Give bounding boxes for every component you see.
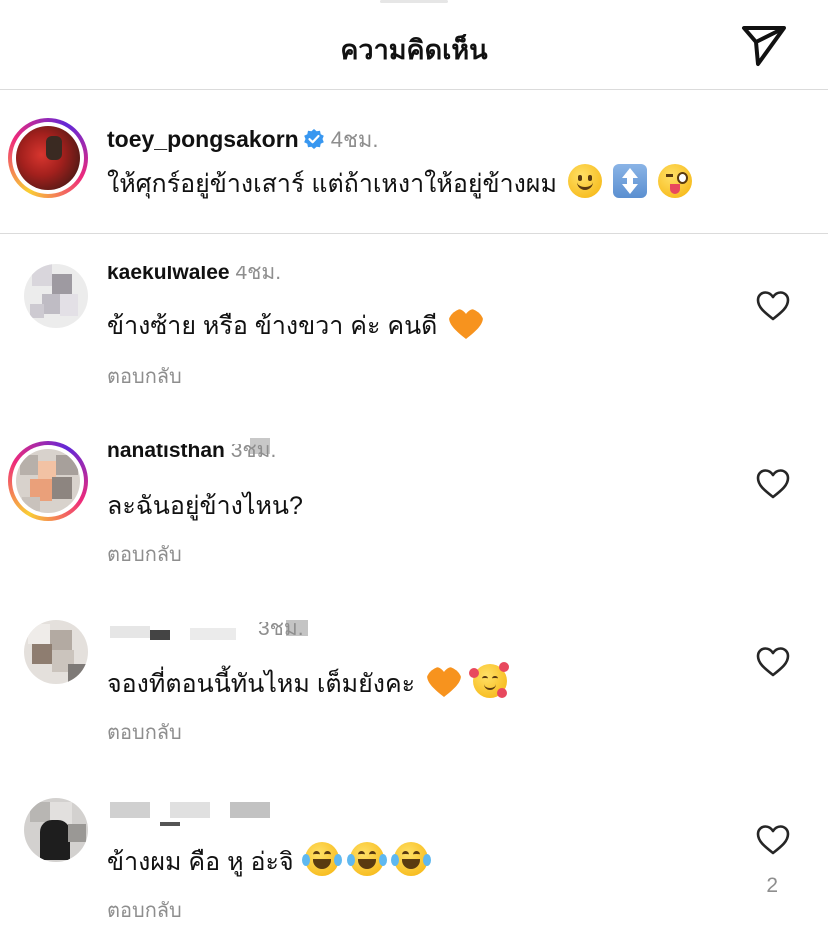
comments-header: ความคิดเห็น xyxy=(0,0,828,90)
emoji-up-down-arrow xyxy=(612,164,647,198)
avatar[interactable] xyxy=(24,620,88,684)
avatar[interactable] xyxy=(24,798,88,862)
avatar[interactable] xyxy=(24,264,88,328)
reply-button[interactable]: ตอบกลับ xyxy=(107,894,182,926)
comment-username[interactable]: nanatisthan xyxy=(107,444,225,462)
blurred-username-part xyxy=(230,802,270,818)
comment-username-line: 3ชม. xyxy=(258,622,304,644)
emoji-orange-heart xyxy=(449,309,484,339)
comment-username[interactable]: kaekulwalee xyxy=(107,266,230,284)
emoji-tears-of-joy xyxy=(346,842,387,876)
heart-icon[interactable] xyxy=(756,646,790,678)
post-time: 4ชม. xyxy=(330,127,379,152)
comment-text-content: ข้างซ้าย หรือ ข้างขวา ค่ะ คนดี xyxy=(107,312,438,340)
heart-icon[interactable] xyxy=(756,468,790,500)
heart-icon[interactable] xyxy=(756,290,790,322)
comment-text: จองที่ตอนนี้ทันไหม เต็มยังคะ xyxy=(107,662,509,704)
blurred-username-part xyxy=(170,802,210,818)
post-caption-text: ให้ศุกร์อยู่ข้างเสาร์ แต่ถ้าเหงาให้อยู่ข… xyxy=(107,170,557,198)
blurred-username-part xyxy=(160,822,180,826)
blurred-username-part xyxy=(190,628,236,640)
blurred-username-part xyxy=(110,626,150,638)
comment-text-content: ข้างผม คือ หู อ่ะจิ xyxy=(107,848,294,876)
post-caption: ให้ศุกร์อยู่ข้างเสาร์ แต่ถ้าเหงาให้อยู่ข… xyxy=(107,164,692,204)
post-username-line: toey_pongsakorn 4ชม. xyxy=(107,122,379,157)
comment-text: ละฉันอยู่ข้างไหน? xyxy=(107,492,303,520)
original-post: toey_pongsakorn 4ชม. ให้ศุกร์อยู่ข้างเสา… xyxy=(0,90,828,234)
blurred-username-part xyxy=(150,630,170,640)
reply-button[interactable]: ตอบกลับ xyxy=(107,716,182,748)
emoji-slightly-smiling xyxy=(567,164,602,198)
comment-time: 3ชม. xyxy=(258,622,304,640)
comment-time: 3ชม. xyxy=(230,444,277,462)
send-icon[interactable] xyxy=(740,22,788,68)
blurred-username-part xyxy=(110,802,150,818)
comment-time: 4ชม. xyxy=(235,266,282,284)
verified-badge-icon xyxy=(303,129,324,149)
emoji-tears-of-joy xyxy=(301,842,342,876)
emoji-orange-heart xyxy=(427,667,462,697)
emoji-tears-of-joy xyxy=(391,842,432,876)
heart-icon[interactable] xyxy=(756,824,790,856)
comment-text: ข้างซ้าย หรือ ข้างขวา ค่ะ คนดี xyxy=(107,306,484,346)
post-username[interactable]: toey_pongsakorn xyxy=(107,126,299,152)
page-title: ความคิดเห็น xyxy=(340,35,488,65)
like-count[interactable]: 2 xyxy=(766,874,778,898)
emoji-winking-tongue xyxy=(657,164,692,198)
comment-text-content: จองที่ตอนนี้ทันไหม เต็มยังคะ xyxy=(107,670,416,698)
reply-button[interactable]: ตอบกลับ xyxy=(107,360,182,392)
comment-text: ข้างผม คือ หู อ่ะจิ xyxy=(107,842,432,882)
comment-username-line: nanatisthan 3ชม. xyxy=(107,444,276,466)
avatar[interactable] xyxy=(8,118,88,198)
avatar[interactable] xyxy=(8,441,88,521)
comment-username-line: kaekulwalee 4ชม. xyxy=(107,266,281,288)
reply-button[interactable]: ตอบกลับ xyxy=(107,538,182,570)
emoji-smiling-hearts xyxy=(469,662,509,698)
